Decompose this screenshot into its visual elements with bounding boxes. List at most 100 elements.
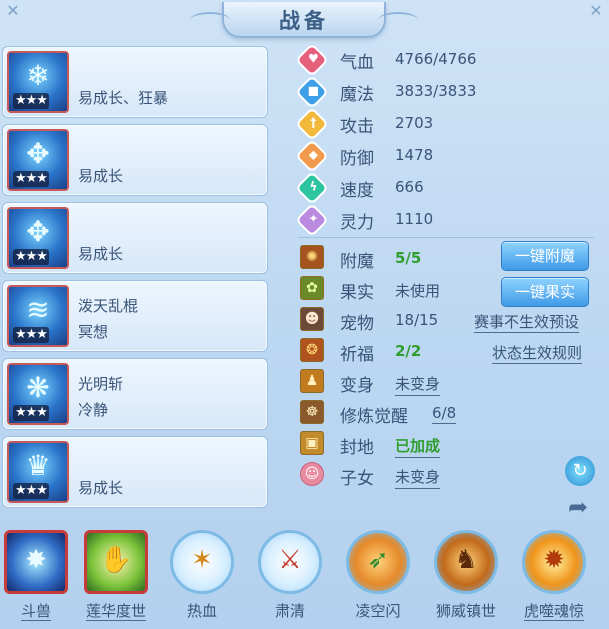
frost-armor-icon: ✥ ★★★: [7, 207, 69, 269]
title-ornament-right: [378, 12, 418, 28]
page-title: 战备: [279, 9, 329, 33]
stat-name: 攻击: [340, 117, 374, 137]
card-skill: 泼天乱棍: [78, 297, 139, 315]
transform-icon: ♟: [300, 369, 324, 393]
beast-fight-icon: ✸: [4, 530, 68, 594]
stat-name: 魔法: [340, 85, 374, 105]
stat-name: 防御: [340, 149, 374, 169]
skill-slot[interactable]: ✸ 斗兽: [0, 530, 72, 621]
lion-might-icon: ♞: [434, 530, 498, 594]
tiger-devour-icon: ✹: [522, 530, 586, 594]
stat-defense: ◆ 防御 1478: [297, 141, 498, 171]
skill-slot[interactable]: ⚔ 肃清: [254, 530, 326, 621]
stat-value: 2703: [395, 114, 434, 132]
equipment-card[interactable]: ≋ ★★★ 泼天乱棍 冥想: [2, 280, 268, 352]
stat-value: 1478: [395, 146, 434, 164]
attr-name: 宠物: [340, 314, 374, 334]
pet-portrait-icon: ☻: [300, 307, 324, 331]
skill-bar: ✸ 斗兽 ✋ 莲华度世 ✶ 热血 ⚔ 肃清 ➶ 凌空闪 ♞ 狮威镇世 ✹ 虎噬魂…: [0, 524, 609, 629]
attr-name: 变身: [340, 376, 374, 396]
equipment-card[interactable]: ♛ ★★★ 易成长: [2, 436, 268, 508]
cultivation-icon: ☸: [300, 400, 324, 424]
star-rating: ★★★: [13, 93, 49, 109]
card-skill: 光明斩: [78, 375, 124, 393]
hot-blood-icon: ✶: [170, 530, 234, 594]
title-banner: 战备: [190, 2, 418, 38]
attr-value: 未使用: [395, 282, 441, 300]
skill-slot[interactable]: ✋ 莲华度世: [80, 530, 152, 621]
ice-crown-icon: ♛ ★★★: [7, 441, 69, 503]
skill-slot[interactable]: ♞ 狮威镇世: [430, 530, 502, 621]
attr-value[interactable]: 已加成: [395, 435, 441, 458]
skill-label: 虎噬魂惊: [523, 602, 584, 621]
skill-label: 狮威镇世: [435, 602, 496, 620]
share-icon[interactable]: ➦: [563, 492, 593, 522]
card-trait: 易成长: [78, 167, 124, 185]
attr-child: ☺ 子女 未变身: [298, 462, 598, 490]
purge-blade-icon: ⚔: [258, 530, 322, 594]
air-flash-icon: ➶: [346, 530, 410, 594]
corner-ornament-right: ✕: [589, 1, 603, 20]
rules-link[interactable]: 状态生效规则: [492, 342, 583, 364]
attr-name: 祈福: [340, 345, 374, 365]
attr-name: 子女: [340, 469, 374, 489]
attr-value[interactable]: 6/8: [432, 404, 457, 424]
corner-ornament-left: ✕: [6, 1, 20, 20]
star-rating: ★★★: [13, 249, 49, 265]
ice-wing-icon: ❋ ★★★: [7, 363, 69, 425]
stat-name: 气血: [340, 53, 374, 73]
star-rating: ★★★: [13, 171, 49, 187]
stat-speed: ϟ 速度 666: [297, 173, 498, 203]
stat-value: 666: [395, 178, 424, 196]
stat-name: 速度: [340, 181, 374, 201]
skill-slot[interactable]: ✹ 虎噬魂惊: [518, 530, 590, 621]
sword-icon: †: [297, 109, 327, 139]
stat-hp: ♥ 气血 4766/4766: [297, 45, 498, 75]
attr-transform: ♟ 变身 未变身: [298, 369, 598, 397]
attr-name: 封地: [340, 438, 374, 458]
frost-armor-icon: ✥ ★★★: [7, 129, 69, 191]
attr-value: 2/2: [395, 342, 422, 360]
child-icon: ☺: [300, 462, 324, 486]
attr-value[interactable]: 未变身: [395, 466, 441, 489]
shield-icon: ◆: [297, 141, 327, 171]
skill-label: 肃清: [274, 602, 305, 620]
water-wave-icon: ≋ ★★★: [7, 285, 69, 347]
star-rating: ★★★: [13, 327, 49, 343]
equipment-card[interactable]: ✥ ★★★ 易成长: [2, 202, 268, 274]
stat-name: 灵力: [340, 213, 374, 233]
skill-label: 莲华度世: [85, 602, 146, 621]
stat-value: 4766/4766: [395, 50, 477, 68]
skill-slot[interactable]: ➶ 凌空闪: [342, 530, 414, 621]
ice-dragon-icon: ❄ ★★★: [7, 51, 69, 113]
attr-value[interactable]: 未变身: [395, 373, 441, 396]
lotus-hand-icon: ✋: [84, 530, 148, 594]
skill-label: 热血: [186, 602, 217, 620]
enchant-icon: ✺: [300, 245, 324, 269]
attr-value: 5/5: [395, 249, 422, 267]
enchant-all-button[interactable]: 一键附魔: [501, 241, 589, 271]
card-trait: 冷静: [78, 401, 109, 419]
attr-value: 18/15: [395, 311, 439, 329]
card-trait: 易成长、狂暴: [78, 89, 169, 107]
card-trait: 冥想: [78, 323, 109, 341]
fief-icon: ▣: [300, 431, 324, 455]
preset-link[interactable]: 赛事不生效预设: [474, 311, 580, 333]
refresh-icon[interactable]: ↻: [565, 456, 595, 486]
skill-label: 凌空闪: [355, 602, 401, 620]
skill-label: 斗兽: [20, 602, 51, 621]
equipment-card[interactable]: ❋ ★★★ 光明斩 冷静: [2, 358, 268, 430]
attr-name: 修炼觉醒: [340, 407, 408, 427]
heart-icon: ♥: [297, 45, 327, 75]
divider: [298, 237, 594, 238]
lightning-icon: ϟ: [297, 173, 327, 203]
card-trait: 易成长: [78, 479, 124, 497]
star-rating: ★★★: [13, 483, 49, 499]
card-trait: 易成长: [78, 245, 124, 263]
blessing-icon: ❂: [300, 338, 324, 362]
equipment-card[interactable]: ❄ ★★★ 易成长、狂暴: [2, 46, 268, 118]
fruit-all-button[interactable]: 一键果实: [501, 277, 589, 307]
skill-slot[interactable]: ✶ 热血: [166, 530, 238, 621]
equipment-card[interactable]: ✥ ★★★ 易成长: [2, 124, 268, 196]
fruit-icon: ✿: [300, 276, 324, 300]
